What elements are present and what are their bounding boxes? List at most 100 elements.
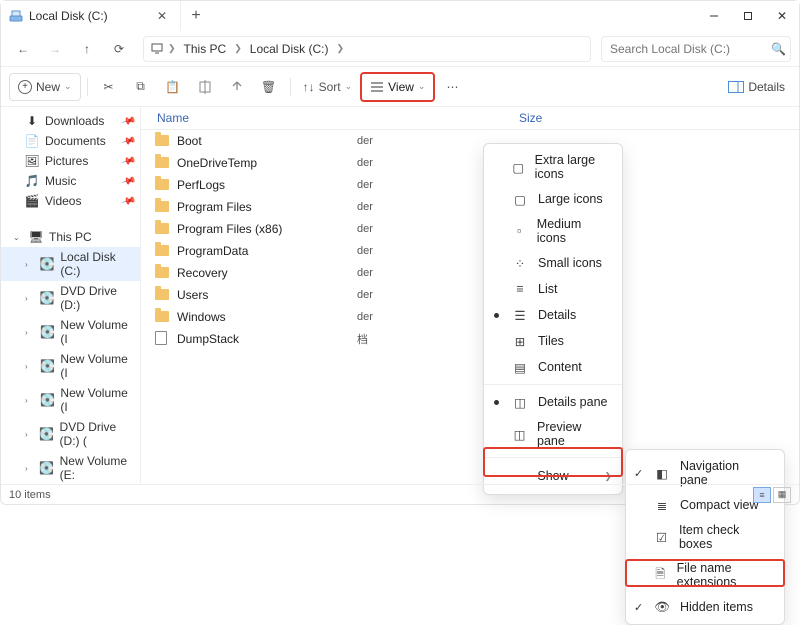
chevron-right-icon: ❯ xyxy=(336,43,344,54)
window-tab[interactable]: Local Disk (C:) ✕ xyxy=(1,1,181,31)
menu-label: Medium icons xyxy=(537,217,608,245)
sidebar-item-drive[interactable]: ›💽DVD Drive (D:) xyxy=(1,281,140,315)
menu-item[interactable]: ▢Extra large icons xyxy=(484,148,622,186)
sidebar-item-drive[interactable]: ›💽New Volume (E: xyxy=(1,451,140,484)
file-row[interactable]: Recoveryder xyxy=(141,262,799,284)
delete-button[interactable]: 🗑 xyxy=(254,73,284,101)
sort-button[interactable]: ↑↓ Sort ⌄ xyxy=(297,73,359,101)
file-name: DumpStack xyxy=(177,332,357,346)
cut-button[interactable]: ✂ xyxy=(94,73,124,101)
maximize-button[interactable] xyxy=(731,1,765,31)
menu-item[interactable]: ≡List xyxy=(484,276,622,302)
sidebar-item[interactable]: 🎬Videos📌 xyxy=(1,191,140,211)
menu-item[interactable]: ▢Large icons xyxy=(484,186,622,212)
file-name: Users xyxy=(177,288,357,302)
view-button[interactable]: View ⌄ xyxy=(360,72,435,102)
menu-label: Preview pane xyxy=(537,420,608,448)
menu-item[interactable]: ⁘Small icons xyxy=(484,250,622,276)
menu-item[interactable]: ⊞Tiles xyxy=(484,328,622,354)
check-icon: ✓ xyxy=(634,467,643,480)
menu-label: Hidden items xyxy=(680,600,753,614)
drive-icon xyxy=(9,9,23,23)
close-icon[interactable]: ✕ xyxy=(154,8,170,24)
sidebar-item-drive[interactable]: ›💽New Volume (I xyxy=(1,349,140,383)
minimize-button[interactable] xyxy=(697,1,731,31)
forward-button[interactable]: → xyxy=(41,35,69,63)
pin-icon: 📌 xyxy=(120,133,136,149)
breadcrumb[interactable]: This PC xyxy=(180,40,231,58)
file-row[interactable]: Program Filesder xyxy=(141,196,799,218)
sidebar-label: New Volume (I xyxy=(60,352,134,380)
sidebar-item[interactable]: ⬇Downloads📌 xyxy=(1,111,140,131)
column-size[interactable]: Size xyxy=(511,107,591,129)
menu-label: File name extensions xyxy=(677,561,770,589)
up-button[interactable]: ↑ xyxy=(73,35,101,63)
menu-label: Content xyxy=(538,360,582,374)
file-name: PerfLogs xyxy=(177,178,357,192)
pin-icon: 📌 xyxy=(120,153,136,169)
search-input[interactable] xyxy=(610,42,765,56)
paste-button[interactable]: 📋 xyxy=(158,73,188,101)
file-row[interactable]: OneDriveTempder xyxy=(141,152,799,174)
ext-icon: 🗎 xyxy=(654,567,667,583)
status-text: 10 items xyxy=(9,489,51,501)
menu-item[interactable]: ◫Details pane xyxy=(484,389,622,415)
sidebar-item[interactable]: 📄Documents📌 xyxy=(1,131,140,151)
menu-item[interactable]: ▫Medium icons xyxy=(484,212,622,250)
drive-icon: 💽 xyxy=(40,393,54,407)
search-icon: 🔍 xyxy=(771,42,786,56)
folder-icon xyxy=(155,245,169,256)
breadcrumb[interactable]: Local Disk (C:) xyxy=(246,40,333,58)
sidebar-item[interactable]: 🎵Music📌 xyxy=(1,171,140,191)
pin-icon: 📌 xyxy=(120,113,136,129)
new-tab-button[interactable]: + xyxy=(181,1,211,31)
drive-icon: 💽 xyxy=(40,291,54,305)
more-button[interactable]: ⋯ xyxy=(437,73,467,101)
pin-icon: 📌 xyxy=(120,193,136,209)
chevron-right-icon: › xyxy=(25,294,34,303)
sidebar-item-drive[interactable]: ›💽Local Disk (C:) xyxy=(1,247,140,281)
file-name: OneDriveTemp xyxy=(177,156,357,170)
refresh-button[interactable]: ⟳ xyxy=(105,35,133,63)
file-row[interactable]: Windowsder xyxy=(141,306,799,328)
chevron-right-icon: ❯ xyxy=(234,43,242,54)
file-row[interactable]: ProgramDatader xyxy=(141,240,799,262)
file-row[interactable]: Program Files (x86)der xyxy=(141,218,799,240)
sidebar-item-drive[interactable]: ›💽New Volume (I xyxy=(1,383,140,417)
folder-icon: 📄 xyxy=(25,134,39,148)
hidden-icon: 👁 xyxy=(654,599,670,615)
column-name[interactable]: Name xyxy=(141,107,511,129)
search-box[interactable]: 🔍 xyxy=(601,36,791,62)
copy-button[interactable]: ⧉ xyxy=(126,73,156,101)
menu-item[interactable]: ☰Details xyxy=(484,302,622,328)
details-view-button[interactable]: ≡ xyxy=(753,487,771,503)
menu-label: Extra large icons xyxy=(535,153,608,181)
details-toggle[interactable]: Details xyxy=(722,80,791,94)
menu-item[interactable]: ◫Preview pane xyxy=(484,415,622,453)
list-icon xyxy=(370,81,384,93)
menu-item[interactable]: ☑Item check boxes xyxy=(626,518,784,556)
menu-item[interactable]: 🗎 File name extensions xyxy=(626,556,784,594)
thumbnails-view-button[interactable]: ▦ xyxy=(773,487,791,503)
back-button[interactable]: ← xyxy=(9,35,37,63)
menu-item[interactable]: ✓👁Hidden items xyxy=(626,594,784,620)
new-button[interactable]: + New ⌄ xyxy=(9,73,81,101)
chevron-down-icon: ⌄ xyxy=(418,81,426,92)
file-row[interactable]: Usersder xyxy=(141,284,799,306)
sidebar-item[interactable]: 🖼Pictures📌 xyxy=(1,151,140,171)
sidebar: ⬇Downloads📌📄Documents📌🖼Pictures📌🎵Music📌🎬… xyxy=(1,107,141,484)
menu-item[interactable]: ▤Content xyxy=(484,354,622,380)
file-row[interactable]: Bootder xyxy=(141,130,799,152)
sidebar-item-thispc[interactable]: ⌄ 🖥 This PC xyxy=(1,227,140,247)
file-row[interactable]: PerfLogsder xyxy=(141,174,799,196)
sidebar-item-drive[interactable]: ›💽DVD Drive (D:) ( xyxy=(1,417,140,451)
share-button[interactable] xyxy=(222,73,252,101)
address-bar[interactable]: ❯ This PC ❯ Local Disk (C:) ❯ xyxy=(143,36,591,62)
dpane-icon: ◫ xyxy=(512,394,528,410)
sidebar-item-drive[interactable]: ›💽New Volume (I xyxy=(1,315,140,349)
file-row[interactable]: DumpStack档12 KB xyxy=(141,328,799,350)
menu-label: Details xyxy=(538,308,576,322)
file-name: Boot xyxy=(177,134,357,148)
rename-button[interactable] xyxy=(190,73,220,101)
window-close-button[interactable]: ✕ xyxy=(765,1,799,31)
